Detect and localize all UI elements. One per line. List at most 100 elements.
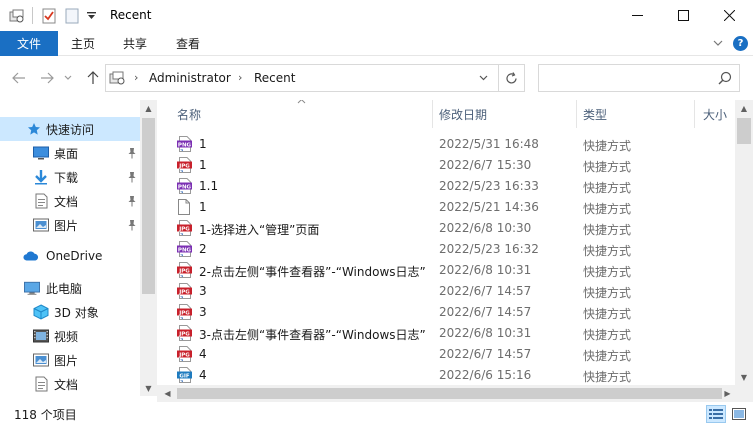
nav-item-quick-access[interactable]: 快速访问	[0, 117, 140, 141]
column-divider[interactable]	[694, 100, 695, 128]
column-divider[interactable]	[432, 100, 433, 128]
table-row[interactable]: JPG 1-选择进入“管理”页面 2022/6/8 10:30 快捷方式	[177, 218, 737, 239]
file-date: 2022/6/7 15:30	[439, 158, 532, 172]
breadcrumb-separator-icon[interactable]: ›	[134, 71, 138, 84]
scrollbar-thumb[interactable]	[142, 118, 155, 294]
minimize-button[interactable]	[614, 0, 660, 31]
column-header-date[interactable]: 修改日期	[439, 100, 487, 128]
nav-label: 桌面	[54, 146, 79, 161]
video-icon	[33, 328, 49, 344]
table-row[interactable]: JPG 1 2022/6/7 15:30 快捷方式	[177, 155, 737, 176]
nav-item-onedrive[interactable]: OneDrive	[0, 244, 140, 268]
jpg-file-icon: JPG	[177, 283, 193, 299]
details-view-icon[interactable]	[706, 405, 726, 423]
nav-item-videos[interactable]: 视频	[0, 324, 140, 348]
navigation-pane-scrollbar[interactable]: ▲ ▼	[140, 100, 157, 396]
close-button[interactable]	[706, 0, 752, 31]
large-icons-view-icon[interactable]	[729, 405, 749, 423]
document-icon	[33, 376, 49, 392]
file-list-horizontal-scrollbar[interactable]: ◀ ▶	[157, 385, 735, 402]
svg-text:JPG: JPG	[178, 310, 190, 316]
expand-ribbon-chevron-icon[interactable]	[712, 37, 724, 49]
table-row[interactable]: PNG 1 2022/5/31 16:48 快捷方式	[177, 134, 737, 155]
nav-item-this-pc[interactable]: 此电脑	[0, 276, 140, 300]
table-row[interactable]: JPG 3-点击左侧“事件查看器”-“Windows日志” 2022/6/8 10:…	[177, 323, 737, 344]
scrollbar-thumb[interactable]	[737, 118, 751, 144]
jpg-file-icon: JPG	[177, 157, 193, 173]
scroll-up-arrow-icon[interactable]: ▲	[140, 100, 157, 116]
file-type: 快捷方式	[583, 307, 632, 321]
jpg-file-icon: JPG	[177, 262, 193, 278]
png-file-icon: PNG	[177, 178, 193, 194]
column-divider[interactable]	[576, 100, 577, 128]
pin-icon[interactable]	[127, 195, 137, 207]
tab-view[interactable]: 查看	[163, 31, 213, 56]
file-date: 2022/6/6 15:16	[439, 368, 532, 382]
breadcrumb-recent[interactable]: Recent	[254, 71, 295, 85]
scroll-right-arrow-icon[interactable]: ▶	[719, 385, 736, 401]
table-row[interactable]: JPG 3 2022/6/7 14:57 快捷方式	[177, 281, 737, 302]
jpg-file-icon: JPG	[177, 346, 193, 362]
scroll-up-arrow-icon[interactable]: ▲	[735, 100, 753, 116]
table-row[interactable]: JPG 4 2022/6/7 14:57 快捷方式	[177, 344, 737, 365]
help-icon[interactable]: ?	[733, 36, 748, 51]
svg-text:GIF: GIF	[179, 373, 190, 379]
recent-locations-chevron-icon[interactable]	[62, 69, 74, 87]
breadcrumb-administrator[interactable]: Administrator	[149, 71, 231, 85]
scroll-left-arrow-icon[interactable]: ◀	[159, 385, 176, 401]
scroll-down-arrow-icon[interactable]: ▼	[140, 380, 157, 396]
tab-file[interactable]: 文件	[0, 31, 58, 56]
pin-icon[interactable]	[127, 171, 137, 183]
back-arrow-icon[interactable]	[10, 69, 28, 87]
address-bar[interactable]: › Administrator › Recent	[105, 64, 525, 92]
table-row[interactable]: PNG 2 2022/5/23 16:32 快捷方式	[177, 239, 737, 260]
table-row[interactable]: PNG 1.1 2022/5/23 16:33 快捷方式	[177, 176, 737, 197]
file-type: 快捷方式	[583, 265, 632, 279]
table-row[interactable]: 1 2022/5/21 14:36 快捷方式	[177, 197, 737, 218]
file-date: 2022/6/8 10:31	[439, 326, 532, 340]
column-header-type[interactable]: 类型	[583, 100, 607, 128]
nav-item-desktop[interactable]: 桌面	[0, 141, 140, 165]
breadcrumb-separator-icon[interactable]: ›	[238, 71, 242, 84]
scrollbar-thumb[interactable]	[177, 388, 722, 399]
search-icon[interactable]	[718, 71, 732, 88]
tab-share[interactable]: 共享	[110, 31, 160, 56]
nav-item-pictures-pc[interactable]: 图片	[0, 348, 140, 372]
scroll-down-arrow-icon[interactable]: ▼	[735, 369, 753, 385]
nav-item-documents[interactable]: 文档	[0, 189, 140, 213]
file-name: 1	[199, 158, 207, 172]
address-dropdown-chevron-icon[interactable]	[471, 65, 495, 91]
pin-icon[interactable]	[127, 147, 137, 159]
forward-arrow-icon[interactable]	[38, 69, 56, 87]
nav-item-documents-pc[interactable]: 文档	[0, 372, 140, 396]
column-header-size[interactable]: 大小	[703, 100, 727, 128]
file-type: 快捷方式	[583, 202, 632, 216]
table-row[interactable]: JPG 2-点击左侧“事件查看器”-“Windows日志” 2022/6/8 10:…	[177, 260, 737, 281]
file-list-scrollbar[interactable]: ▲ ▼	[735, 100, 753, 385]
nav-item-pictures[interactable]: 图片	[0, 213, 140, 237]
window-title: Recent	[110, 8, 152, 22]
up-arrow-icon[interactable]	[84, 69, 102, 87]
nav-item-downloads[interactable]: 下载	[0, 165, 140, 189]
properties-icon[interactable]	[40, 7, 58, 24]
search-input[interactable]	[538, 64, 740, 92]
nav-item-3d-objects[interactable]: 3D 对象	[0, 300, 140, 324]
navigation-pane: 快速访问 桌面 下载 文档 图片 OneDrive 此电脑 3D 对象 视频 图…	[0, 100, 157, 396]
pin-icon[interactable]	[127, 219, 137, 231]
file-type: 快捷方式	[583, 139, 632, 153]
column-header-name[interactable]: 名称	[177, 100, 201, 128]
file-date: 2022/5/23 16:33	[439, 179, 539, 193]
nav-label: 快速访问	[46, 122, 95, 137]
svg-text:JPG: JPG	[178, 289, 190, 295]
maximize-button[interactable]	[660, 0, 706, 31]
file-type: 快捷方式	[583, 181, 632, 195]
file-type: 快捷方式	[583, 223, 632, 237]
table-row[interactable]: JPG 3 2022/6/7 14:57 快捷方式	[177, 302, 737, 323]
tab-home[interactable]: 主页	[58, 31, 108, 56]
file-name: 3	[199, 305, 207, 319]
customize-toolbar-dropdown[interactable]	[84, 7, 98, 24]
file-explorer-icon[interactable]	[8, 7, 26, 24]
new-folder-icon[interactable]	[64, 7, 80, 24]
refresh-icon[interactable]	[498, 65, 524, 91]
table-row[interactable]: GIF 4 2022/6/6 15:16 快捷方式	[177, 365, 737, 386]
